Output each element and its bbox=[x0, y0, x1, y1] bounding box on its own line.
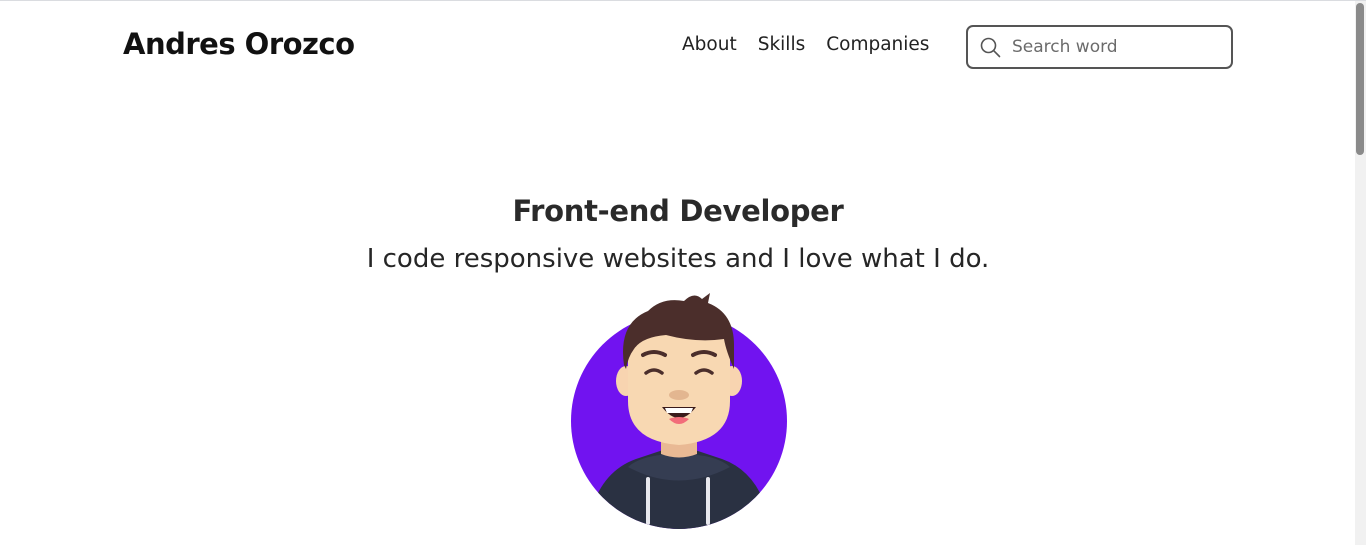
nav-item-about[interactable]: About bbox=[682, 34, 737, 55]
hero-subtitle: I code responsive websites and I love wh… bbox=[366, 244, 990, 274]
search-input[interactable] bbox=[1010, 36, 1224, 58]
developer-avatar bbox=[566, 289, 792, 534]
scrollbar-thumb[interactable] bbox=[1356, 3, 1364, 155]
nav-item-companies[interactable]: Companies bbox=[826, 34, 929, 55]
search-box[interactable] bbox=[966, 25, 1233, 69]
search-icon bbox=[979, 36, 1001, 58]
page-scrollbar[interactable] bbox=[1355, 1, 1366, 545]
main-nav: About Skills Companies bbox=[682, 34, 929, 55]
nav-item-skills[interactable]: Skills bbox=[758, 34, 806, 55]
page: Andres Orozco About Skills Companies Fro… bbox=[0, 0, 1366, 545]
hero-title: Front-end Developer bbox=[512, 194, 844, 228]
site-logo[interactable]: Andres Orozco bbox=[123, 27, 355, 61]
